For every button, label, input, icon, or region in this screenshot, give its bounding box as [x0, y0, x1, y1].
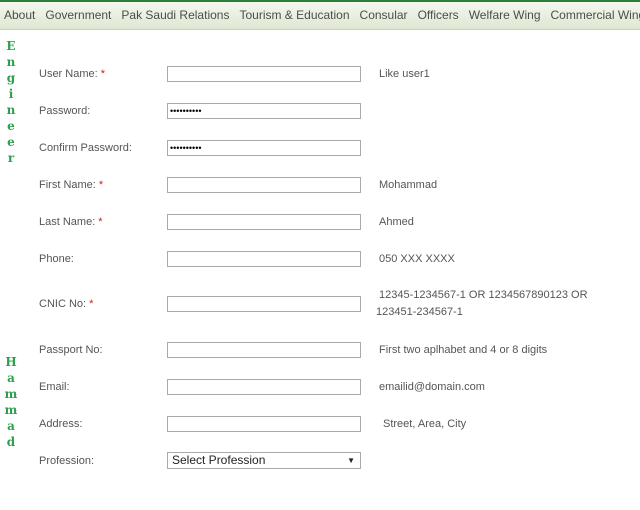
- letter: r: [7, 151, 15, 165]
- password-label: Password:: [39, 105, 91, 117]
- nav-welfare-wing[interactable]: Welfare Wing: [465, 2, 545, 29]
- letter: H: [5, 355, 17, 369]
- profession-selected-value: Select Profession: [172, 453, 266, 467]
- required-marker: *: [98, 179, 104, 191]
- last-name-input[interactable]: [167, 214, 361, 230]
- letter: g: [6, 71, 16, 85]
- username-label: User Name: *: [39, 68, 105, 80]
- cnic-hint-line-1: 12345-1234567-1 OR 1234567890123 OR: [379, 289, 588, 301]
- letter: E: [6, 39, 16, 53]
- nav-officers[interactable]: Officers: [414, 2, 463, 29]
- email-hint: emailid@domain.com: [379, 381, 485, 393]
- email-input[interactable]: [167, 379, 361, 395]
- letter: e: [7, 119, 15, 133]
- nav-government[interactable]: Government: [41, 2, 115, 29]
- confirm-password-label: Confirm Password:: [39, 142, 132, 154]
- letter: n: [6, 103, 16, 117]
- last-name-hint: Ahmed: [379, 216, 414, 228]
- address-label: Address:: [39, 418, 83, 430]
- cnic-label: CNIC No: *: [39, 298, 94, 310]
- phone-input[interactable]: [167, 251, 361, 267]
- required-marker: *: [98, 216, 103, 228]
- chevron-down-icon: ▼: [347, 456, 355, 465]
- profession-label: Profession:: [39, 455, 95, 467]
- passport-label: Passport No:: [39, 344, 103, 356]
- letter: d: [6, 435, 16, 449]
- nav-consular[interactable]: Consular: [356, 2, 412, 29]
- confirm-password-input[interactable]: ••••••••••: [167, 140, 361, 156]
- letter: a: [7, 371, 15, 385]
- vertical-text-hammad: H a m m a d: [4, 354, 18, 450]
- nav-tourism-education[interactable]: Tourism & Education: [235, 2, 353, 29]
- phone-label: Phone:: [39, 253, 74, 265]
- letter: e: [7, 135, 15, 149]
- first-name-hint: Mohammad: [379, 179, 438, 191]
- cnic-hint-line-2: 123451-234567-1: [376, 306, 463, 318]
- passport-hint: First two aplhabet and 4 or 8 digits: [379, 344, 548, 356]
- last-name-label: Last Name: *: [39, 216, 103, 228]
- top-navigation: About Government Pak Saudi Relations Touris…: [0, 0, 640, 30]
- letter: a: [7, 419, 15, 433]
- required-marker: *: [89, 298, 94, 310]
- letter: i: [8, 87, 14, 101]
- letter: n: [6, 55, 16, 69]
- email-label: Email:: [39, 381, 70, 393]
- required-marker: *: [100, 68, 105, 80]
- cnic-input[interactable]: [167, 296, 361, 312]
- phone-hint: 050 XXX XXXX: [379, 253, 455, 265]
- username-input[interactable]: [167, 66, 361, 82]
- nav-commercial-wing[interactable]: Commercial Wing: [547, 2, 640, 29]
- password-input[interactable]: ••••••••••: [167, 103, 361, 119]
- letter: m: [4, 387, 18, 401]
- nav-about[interactable]: About: [0, 2, 39, 29]
- first-name-label: First Name: *: [39, 179, 104, 191]
- vertical-text-engineer: E n g i n e e r: [4, 38, 18, 166]
- first-name-input[interactable]: [167, 177, 361, 193]
- nav-pak-saudi-relations[interactable]: Pak Saudi Relations: [117, 2, 233, 29]
- letter: m: [4, 403, 18, 417]
- passport-input[interactable]: [167, 342, 361, 358]
- address-input[interactable]: [167, 416, 361, 432]
- username-hint: Like user1: [379, 68, 430, 80]
- profession-select[interactable]: Select Profession ▼: [167, 452, 361, 469]
- address-hint: Street, Area, City: [383, 418, 467, 430]
